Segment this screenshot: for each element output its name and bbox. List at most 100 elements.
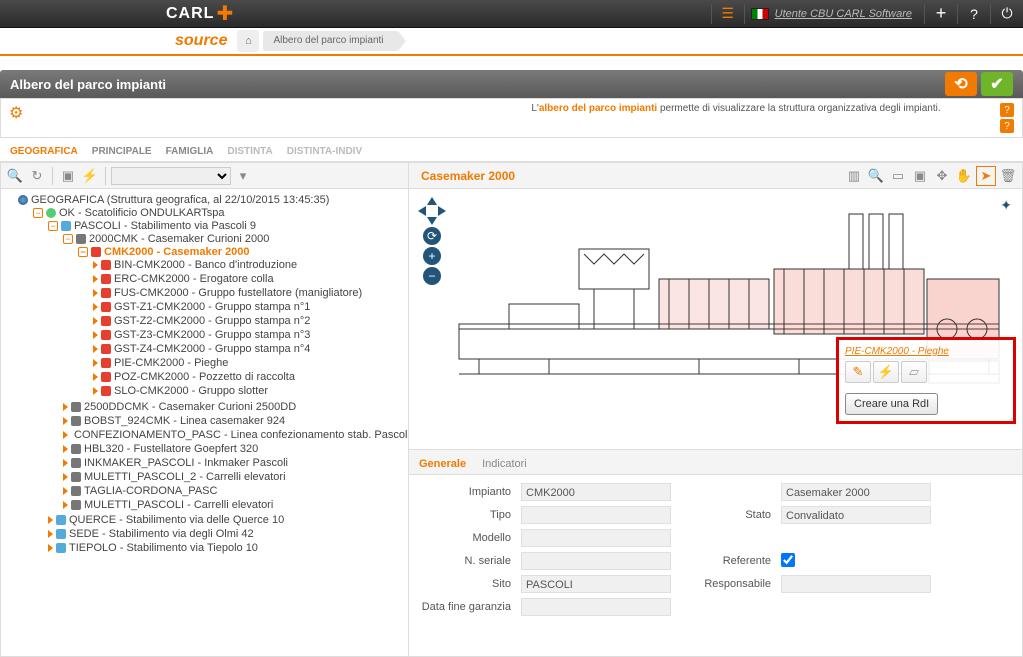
- tree-node: CONFEZIONAMENTO_PASC - Linea confezionam…: [63, 429, 406, 441]
- field-nseriale[interactable]: [521, 552, 671, 570]
- chevron-right-icon[interactable]: [93, 303, 98, 311]
- collapse-icon[interactable]: −: [33, 208, 43, 218]
- chevron-right-icon[interactable]: [63, 459, 68, 467]
- breadcrumb-tab[interactable]: Albero del parco impianti: [263, 31, 397, 51]
- chevron-right-icon[interactable]: [93, 275, 98, 283]
- reset-zoom-icon[interactable]: ⟳: [423, 227, 441, 245]
- help-badge-icon[interactable]: ?: [1000, 103, 1014, 117]
- chevron-right-icon[interactable]: [93, 373, 98, 381]
- callout-pan-icon[interactable]: ▱: [901, 361, 927, 383]
- tree-toolbar: 🔍 ↻ ▣ ⚡ ▾: [1, 163, 408, 189]
- search-icon[interactable]: 🔍: [5, 166, 25, 186]
- org-icon: [46, 208, 56, 218]
- bolt-icon[interactable]: ⚡: [80, 166, 100, 186]
- chevron-right-icon[interactable]: [63, 487, 68, 495]
- new-node-icon[interactable]: ▣: [58, 166, 78, 186]
- label-referente: Referente: [681, 555, 771, 567]
- tool-pointer-icon[interactable]: ➤: [976, 166, 996, 186]
- equipment-icon: [101, 288, 111, 298]
- help-badge2-icon[interactable]: ?: [1000, 119, 1014, 133]
- tree[interactable]: GEOGRAFICA (Struttura geografica, al 22/…: [1, 189, 408, 656]
- filter-select[interactable]: [111, 167, 231, 185]
- logo: CARL ✚: [166, 1, 233, 26]
- main-split: 🔍 ↻ ▣ ⚡ ▾ GEOGRAFICA (Struttura geografi…: [0, 162, 1023, 657]
- collapse-icon[interactable]: −: [78, 247, 88, 257]
- back-button[interactable]: ⟲: [945, 72, 977, 96]
- tree-node: GST-Z3-CMK2000 - Gruppo stampa n°3: [93, 329, 406, 341]
- gear-icon[interactable]: ⚙: [9, 103, 23, 123]
- tool-hand-icon[interactable]: ✋: [954, 166, 974, 186]
- tab-geografica[interactable]: GEOGRAFICA: [10, 142, 78, 161]
- tab-distinta-indiv[interactable]: DISTINTA-INDIV: [287, 142, 362, 161]
- pan-right-icon[interactable]: [438, 206, 446, 216]
- field-sito[interactable]: PASCOLI: [521, 575, 671, 593]
- confirm-button[interactable]: ✔: [981, 72, 1013, 96]
- field-responsabile[interactable]: [781, 575, 931, 593]
- chevron-right-icon[interactable]: [48, 516, 53, 524]
- checkbox-referente[interactable]: [781, 553, 795, 567]
- chevron-right-icon[interactable]: [63, 501, 68, 509]
- zoom-in-icon[interactable]: +: [423, 247, 441, 265]
- diagram-area[interactable]: ⟳ + − ✦: [409, 189, 1022, 449]
- tool-layers-icon[interactable]: ▥: [844, 166, 864, 186]
- collapse-icon[interactable]: −: [63, 234, 73, 244]
- chevron-right-icon[interactable]: [48, 544, 53, 552]
- tool-select-icon[interactable]: ▭: [888, 166, 908, 186]
- refresh-icon[interactable]: ↻: [27, 166, 47, 186]
- chevron-right-icon[interactable]: [63, 445, 68, 453]
- tool-zoom-icon[interactable]: 🔍: [866, 166, 886, 186]
- tab-indicatori[interactable]: Indicatori: [482, 454, 527, 474]
- chevron-right-icon[interactable]: [93, 261, 98, 269]
- tool-fit-icon[interactable]: ▣: [910, 166, 930, 186]
- field-stato[interactable]: Convalidato: [781, 506, 931, 524]
- chevron-right-icon[interactable]: [93, 317, 98, 325]
- pan-left-icon[interactable]: [418, 206, 426, 216]
- callout-bolt-icon[interactable]: ⚡: [873, 361, 899, 383]
- home-icon[interactable]: ⌂: [237, 30, 259, 52]
- tab-distinta[interactable]: DISTINTA: [227, 142, 272, 161]
- help-icon[interactable]: ?: [964, 4, 984, 24]
- create-rdi-button[interactable]: Creare una RdI: [845, 393, 938, 415]
- field-tipo[interactable]: [521, 506, 671, 524]
- flag-it-icon[interactable]: [751, 8, 769, 20]
- callout-title[interactable]: PIE-CMK2000 - Pieghe: [845, 346, 1007, 357]
- chevron-right-icon[interactable]: [48, 530, 53, 538]
- field-modello[interactable]: [521, 529, 671, 547]
- chevron-right-icon[interactable]: [93, 359, 98, 367]
- zoom-out-icon[interactable]: −: [423, 267, 441, 285]
- label-modello: Modello: [421, 532, 511, 544]
- collapse-icon[interactable]: −: [48, 221, 58, 231]
- chevron-right-icon[interactable]: [93, 331, 98, 339]
- tool-move-icon[interactable]: ✥: [932, 166, 952, 186]
- chevron-right-icon[interactable]: [63, 403, 68, 411]
- user-link[interactable]: Utente CBU CARL Software: [775, 8, 912, 20]
- equipment-icon: [101, 330, 111, 340]
- tree-node: INKMAKER_PASCOLI - Inkmaker Pascoli: [63, 457, 406, 469]
- power-icon[interactable]: ⏻: [997, 4, 1017, 24]
- top-header: CARL ✚ ☰ Utente CBU CARL Software + ? ⏻: [0, 0, 1023, 28]
- field-impianto-desc[interactable]: Casemaker 2000: [781, 483, 931, 501]
- field-dfg[interactable]: [521, 598, 671, 616]
- pan-down-icon[interactable]: [427, 217, 437, 225]
- dropdown-icon[interactable]: ▾: [233, 166, 253, 186]
- tab-principale[interactable]: PRINCIPALE: [92, 142, 152, 161]
- detail-tabs: Generale Indicatori: [409, 449, 1022, 475]
- tab-famiglia[interactable]: FAMIGLIA: [166, 142, 214, 161]
- tree-node: QUERCE - Stabilimento via delle Querce 1…: [48, 514, 406, 526]
- chevron-right-icon[interactable]: [63, 417, 68, 425]
- chevron-right-icon[interactable]: [63, 473, 68, 481]
- tab-generale[interactable]: Generale: [419, 454, 466, 474]
- pan-up-icon[interactable]: [427, 197, 437, 205]
- info-text: L'albero del parco impianti permette di …: [31, 103, 1000, 114]
- add-icon[interactable]: +: [931, 4, 951, 24]
- tree-pane: 🔍 ↻ ▣ ⚡ ▾ GEOGRAFICA (Struttura geografi…: [1, 163, 409, 656]
- callout-edit-icon[interactable]: ✎: [845, 361, 871, 383]
- alerts-icon[interactable]: ☰: [718, 4, 738, 24]
- group-icon: [76, 234, 86, 244]
- chevron-right-icon[interactable]: [93, 345, 98, 353]
- field-impianto[interactable]: CMK2000: [521, 483, 671, 501]
- chevron-right-icon[interactable]: [93, 289, 98, 297]
- chevron-right-icon[interactable]: [93, 387, 98, 395]
- chevron-right-icon[interactable]: [63, 431, 68, 439]
- tool-delete-icon[interactable]: 🗑: [998, 166, 1018, 186]
